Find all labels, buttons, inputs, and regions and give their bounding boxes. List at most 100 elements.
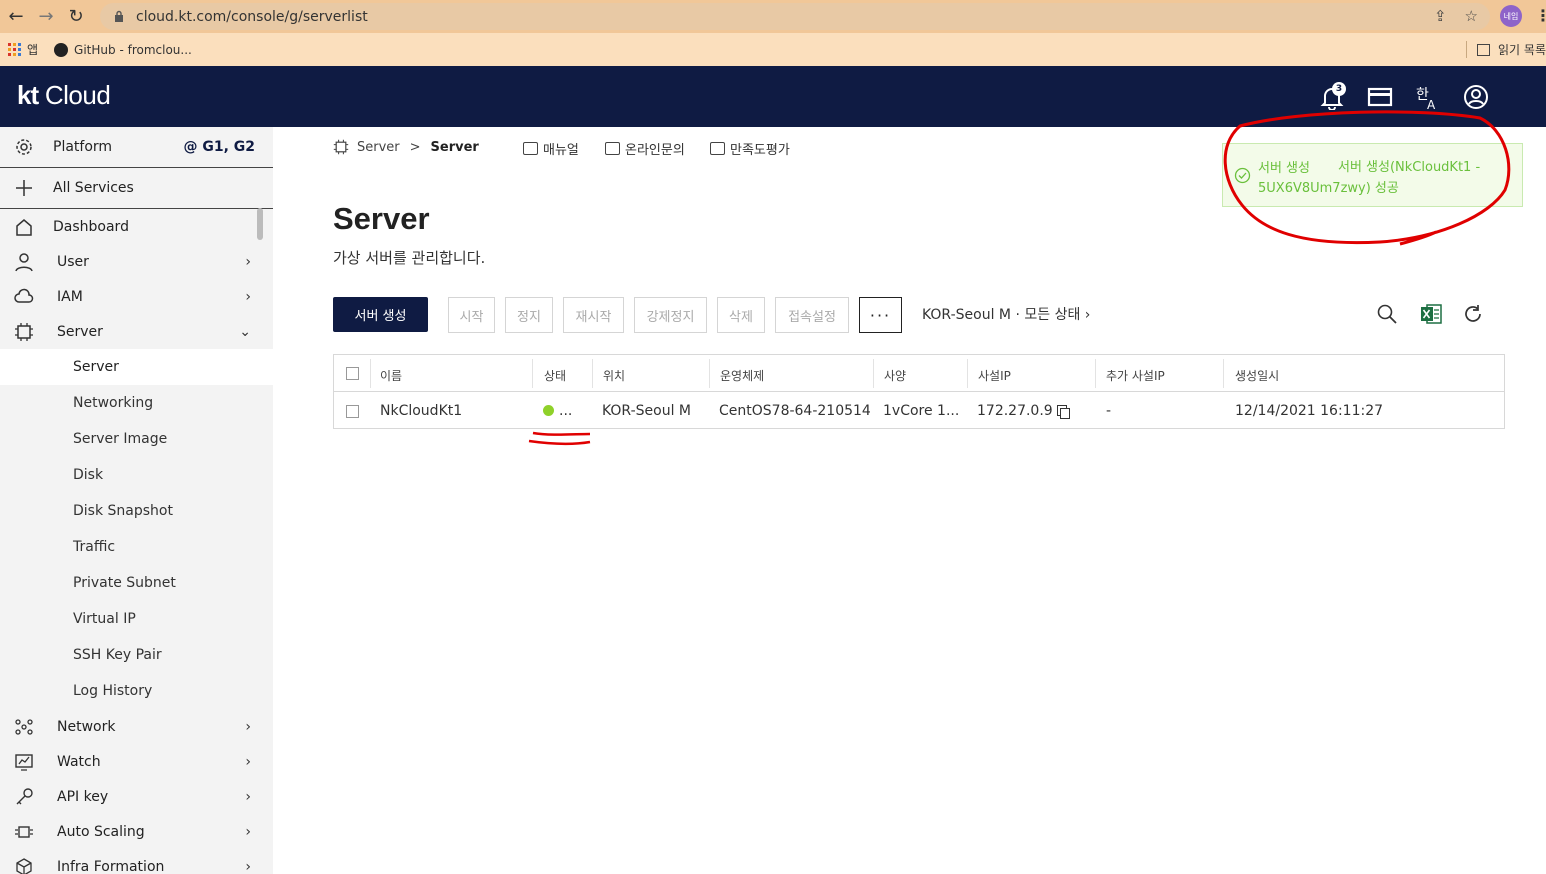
- sidebar-subitem-private-subnet[interactable]: Private Subnet: [0, 565, 273, 601]
- column-header[interactable]: 운영체제: [720, 367, 764, 384]
- bookmark-label: 앱: [27, 43, 39, 57]
- book-icon: [523, 142, 538, 155]
- forward-icon[interactable]: →: [31, 2, 61, 32]
- sidebar-item-auto-scaling[interactable]: Auto Scaling ›: [0, 814, 273, 849]
- stop-button[interactable]: 정지: [505, 297, 553, 333]
- server-location: KOR-Seoul M: [602, 403, 692, 419]
- reload-icon[interactable]: ↻: [61, 2, 91, 32]
- share-icon[interactable]: ⇪: [1434, 7, 1447, 25]
- user-icon: [15, 252, 33, 271]
- address-bar[interactable]: cloud.kt.com/console/g/serverlist ⇪ ☆: [100, 3, 1490, 30]
- sidebar-bottom-items: Network › Watch › API key › Auto Scaling › Infra…: [0, 709, 273, 874]
- sidebar-subitem-log-history[interactable]: Log History: [0, 673, 273, 709]
- breadcrumb: Server > Server: [333, 139, 479, 155]
- more-actions-button[interactable]: ···: [859, 297, 902, 333]
- platform-generation: @ G1, G2: [183, 139, 255, 155]
- sidebar-subitem-virtual-ip[interactable]: Virtual IP: [0, 601, 273, 637]
- sidebar-item-user[interactable]: User ›: [0, 244, 273, 279]
- platform-selector[interactable]: Platform @ G1, G2: [0, 127, 273, 168]
- reading-list-icon: [1477, 43, 1491, 56]
- chevron-down-icon: ⌄: [239, 323, 251, 340]
- url-text: cloud.kt.com/console/g/serverlist: [136, 8, 368, 25]
- plus-icon: [16, 180, 32, 196]
- force-stop-button[interactable]: 강제정지: [634, 297, 707, 333]
- column-header[interactable]: 상태: [544, 367, 566, 384]
- browser-menu-icon[interactable]: ⋮: [1535, 6, 1546, 26]
- check-circle-icon: [1234, 167, 1251, 184]
- sidebar-subitem-traffic[interactable]: Traffic: [0, 529, 273, 565]
- profile-avatar[interactable]: 네임: [1500, 5, 1522, 27]
- svg-text:A: A: [1427, 98, 1436, 110]
- server-os: CentOS78-64-210514: [719, 403, 871, 419]
- language-icon[interactable]: 한A: [1415, 84, 1441, 110]
- region-status-filter[interactable]: KOR-Seoul M · 모든 상태 ›: [922, 304, 1090, 324]
- create-server-button[interactable]: 서버 생성: [333, 297, 428, 332]
- copy-icon[interactable]: [1056, 405, 1070, 419]
- access-settings-button[interactable]: 접속설정: [775, 297, 849, 333]
- scaling-icon: [15, 825, 33, 838]
- column-header[interactable]: 생성일시: [1235, 367, 1279, 384]
- column-header[interactable]: 이름: [380, 367, 402, 384]
- server-created-at: 12/14/2021 16:11:27: [1235, 403, 1384, 419]
- server-name[interactable]: NkCloudKt1: [380, 403, 462, 419]
- success-toast: 서버 생성 서버 생성(NkCloudKt1 - 5UX6V8Um7zwy) 성…: [1222, 143, 1523, 207]
- inquiry-link[interactable]: 온라인문의: [605, 139, 685, 158]
- sidebar: Platform @ G1, G2 All Services Dashboard…: [0, 127, 273, 874]
- chip-icon: [15, 322, 33, 341]
- column-header[interactable]: 사양: [884, 367, 906, 384]
- delete-button[interactable]: 삭제: [717, 297, 765, 333]
- user-account-icon[interactable]: [1463, 84, 1489, 110]
- billing-card-icon[interactable]: [1367, 84, 1393, 110]
- chevron-right-icon: ›: [245, 788, 251, 805]
- chevron-right-icon: ›: [245, 753, 251, 770]
- server-extra-ip: -: [1106, 403, 1112, 419]
- notification-badge: 3: [1332, 82, 1346, 96]
- column-header[interactable]: 추가 사설IP: [1106, 367, 1165, 384]
- reading-list[interactable]: 읽기 목록: [1466, 41, 1546, 58]
- sidebar-item-network[interactable]: Network ›: [0, 709, 273, 744]
- restart-button[interactable]: 재시작: [563, 297, 624, 333]
- server-table: 이름 상태 위치 운영체제 사양 사설IP 추가 사설IP 생성일시 NkClo…: [333, 354, 1505, 429]
- app-header: kt Cloud 3 한A: [0, 66, 1546, 127]
- sidebar-item-api-key[interactable]: API key ›: [0, 779, 273, 814]
- star-icon[interactable]: ☆: [1465, 7, 1478, 25]
- manual-link[interactable]: 매뉴얼: [523, 139, 579, 158]
- bookmark-github[interactable]: GitHub - fromclou...: [54, 42, 192, 57]
- sidebar-item-dashboard[interactable]: Dashboard: [0, 209, 273, 244]
- sidebar-subitem-disk[interactable]: Disk: [0, 457, 273, 493]
- toast-message: 서버 생성(NkCloudKt1 - 5UX6V8Um7zwy) 성공: [1258, 160, 1481, 196]
- all-services[interactable]: All Services: [0, 168, 273, 209]
- sidebar-subitem-server[interactable]: Server: [0, 349, 273, 385]
- sidebar-subitem-networking[interactable]: Networking: [0, 385, 273, 421]
- sidebar-item-iam[interactable]: IAM ›: [0, 279, 273, 314]
- excel-icon[interactable]: [1420, 303, 1442, 325]
- start-button[interactable]: 시작: [448, 297, 495, 333]
- server-submenu: Server Networking Server Image Disk Disk Sna…: [0, 349, 273, 709]
- page-subtitle: 가상 서버를 관리합니다.: [333, 249, 486, 267]
- breadcrumb-root[interactable]: Server: [357, 140, 400, 155]
- key-icon: [16, 787, 33, 804]
- rating-icon: [710, 142, 725, 155]
- breadcrumb-current: Server: [430, 139, 479, 155]
- refresh-icon[interactable]: [1462, 303, 1484, 325]
- row-checkbox[interactable]: [346, 405, 359, 418]
- chevron-right-icon: ›: [245, 288, 251, 305]
- column-header[interactable]: 사설IP: [978, 367, 1011, 384]
- apps-icon: [8, 43, 21, 56]
- bookmark-apps[interactable]: 앱: [8, 41, 38, 58]
- sidebar-item-watch[interactable]: Watch ›: [0, 744, 273, 779]
- bookmark-label: GitHub - fromclou...: [74, 42, 192, 57]
- kt-cloud-logo[interactable]: kt Cloud: [17, 80, 111, 111]
- cloud-icon: [14, 288, 34, 303]
- server-status: ...: [543, 403, 572, 419]
- search-icon[interactable]: [1376, 303, 1398, 325]
- sidebar-subitem-ssh-key-pair[interactable]: SSH Key Pair: [0, 637, 273, 673]
- sidebar-subitem-server-image[interactable]: Server Image: [0, 421, 273, 457]
- column-header[interactable]: 위치: [603, 367, 625, 384]
- select-all-checkbox[interactable]: [346, 367, 359, 380]
- sidebar-item-infra-formation[interactable]: Infra Formation ›: [0, 849, 273, 874]
- sidebar-item-server[interactable]: Server ⌄: [0, 314, 273, 349]
- survey-link[interactable]: 만족도평가: [710, 139, 790, 158]
- back-icon[interactable]: ←: [1, 2, 31, 32]
- sidebar-subitem-disk-snapshot[interactable]: Disk Snapshot: [0, 493, 273, 529]
